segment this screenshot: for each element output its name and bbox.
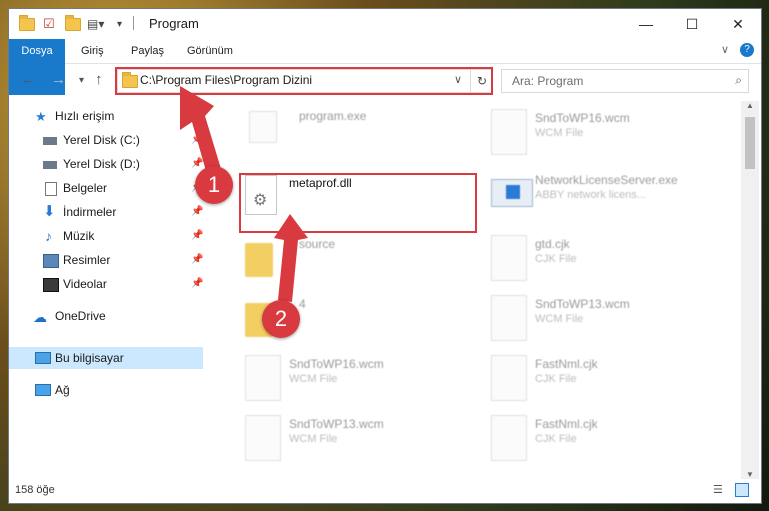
- arrow-2: [274, 214, 308, 302]
- step-1-badge: 1: [195, 166, 233, 204]
- step-2-badge: 2: [262, 300, 300, 338]
- arrow-1: [180, 86, 222, 178]
- annotation-arrows: [180, 86, 308, 302]
